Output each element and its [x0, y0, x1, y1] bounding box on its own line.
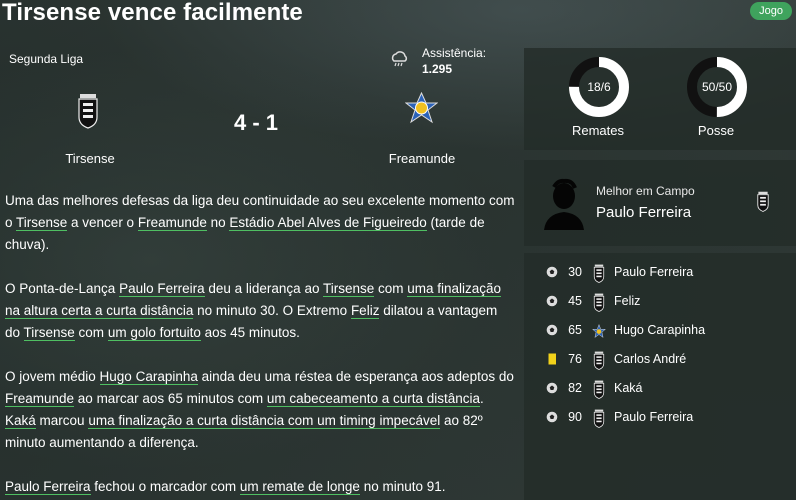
tirsense-crest-icon	[593, 264, 605, 283]
football-icon	[546, 382, 558, 394]
report-paragraph: Paulo Ferreira fechou o marcador com um …	[5, 476, 515, 498]
report-link[interactable]: Freamunde	[137, 215, 207, 231]
report-text: ainda deu uma réstea de esperança aos ad…	[197, 369, 514, 384]
report-text: deu a liderança ao	[204, 281, 323, 296]
tirsense-crest-icon	[593, 380, 605, 399]
freamunde-crest-icon	[592, 323, 606, 338]
report-text: fechou o marcador com	[90, 479, 240, 494]
shots-value: 18/6	[587, 80, 611, 94]
motm-player-name[interactable]: Paulo Ferreira	[596, 204, 691, 221]
report-text: marcou	[35, 413, 89, 428]
football-icon	[546, 295, 558, 307]
report-paragraph: Uma das melhores defesas da liga deu con…	[5, 190, 515, 256]
tirsense-crest-icon	[593, 293, 605, 312]
event-minute: 65	[568, 323, 582, 337]
event-row[interactable]: 65 Hugo Carapinha	[524, 317, 796, 346]
report-link[interactable]: Tirsense	[322, 281, 375, 297]
report-link[interactable]: Freamunde	[5, 391, 75, 407]
away-team-name[interactable]: Freamunde	[372, 151, 472, 166]
report-link[interactable]: Tirsense	[23, 325, 75, 341]
possession-label: Posse	[697, 123, 735, 138]
report-link[interactable]: Tirsense	[16, 215, 68, 231]
stats-panel: 18/6 Remates 50/50 Posse	[524, 48, 796, 150]
report-link[interactable]: um remate de longe	[239, 479, 360, 495]
report-link[interactable]: Paulo Ferreira	[119, 281, 205, 297]
home-team-name[interactable]: Tirsense	[40, 151, 140, 166]
event-row[interactable]: 30 Paulo Ferreira	[524, 259, 796, 288]
match-events-panel: 30 Paulo Ferreira 45 Feliz 65 Hugo Carapinha 7…	[524, 253, 796, 500]
report-text: no minuto 91.	[359, 479, 446, 494]
shots-label: Remates	[571, 123, 625, 138]
report-link[interactable]: uma finalização a curta distância com um…	[88, 413, 441, 429]
event-minute: 82	[568, 381, 582, 395]
league-name[interactable]: Segunda Liga	[9, 52, 83, 66]
tirsense-crest-icon	[593, 351, 605, 370]
report-text: .	[480, 391, 484, 406]
event-minute: 76	[568, 352, 582, 366]
event-row[interactable]: 90 Paulo Ferreira	[524, 404, 796, 433]
report-text: ao marcar aos 65 minutos com	[74, 391, 267, 406]
football-icon	[546, 411, 558, 423]
football-icon	[546, 324, 558, 336]
event-minute: 30	[568, 265, 582, 279]
report-paragraph: O Ponta-de-Lança Paulo Ferreira deu a li…	[5, 278, 515, 344]
event-player-name[interactable]: Carlos André	[614, 352, 686, 366]
football-icon	[546, 266, 558, 278]
event-player-name[interactable]: Hugo Carapinha	[614, 323, 705, 337]
event-player-name[interactable]: Kaká	[614, 381, 643, 395]
report-text: com	[374, 281, 408, 296]
attendance-value: 1.295	[422, 62, 453, 76]
report-link[interactable]: Feliz	[350, 303, 380, 319]
report-link[interactable]: Estádio Abel Alves de Figueiredo	[229, 215, 427, 231]
report-text: com	[74, 325, 108, 340]
report-text: no minuto 30. O Extremo	[193, 303, 351, 318]
cloud-rain-icon	[391, 51, 408, 67]
report-text: O jovem médio	[5, 369, 100, 384]
report-text: a vencer o	[67, 215, 138, 230]
match-button[interactable]: Jogo	[750, 2, 792, 20]
report-text: O Ponta-de-Lança	[5, 281, 120, 296]
tirsense-crest-icon	[593, 409, 605, 428]
report-text: no	[206, 215, 230, 230]
tirsense-crest-icon	[757, 191, 769, 212]
event-player-name[interactable]: Paulo Ferreira	[614, 265, 693, 279]
report-link[interactable]: um cabeceamento a curta distância	[266, 391, 481, 407]
possession-value: 50/50	[701, 80, 733, 94]
report-text: aos 45 minutos.	[200, 325, 300, 340]
attendance-label: Assistência:	[422, 46, 487, 60]
event-row[interactable]: 45 Feliz	[524, 288, 796, 317]
report-link[interactable]: um golo fortuito	[107, 325, 201, 341]
report-link[interactable]: Paulo Ferreira	[5, 479, 91, 495]
motm-label: Melhor em Campo	[596, 184, 695, 198]
yellow-card-icon	[548, 353, 556, 365]
event-minute: 90	[568, 410, 582, 424]
page-title: Tirsense vence facilmente	[2, 0, 303, 26]
event-row[interactable]: 82 Kaká	[524, 375, 796, 404]
tirsense-crest-icon[interactable]	[76, 91, 100, 129]
report-paragraph: O jovem médio Hugo Carapinha ainda deu u…	[5, 366, 515, 454]
player-silhouette-icon	[544, 178, 584, 230]
event-minute: 45	[568, 294, 582, 308]
event-row[interactable]: 76 Carlos André	[524, 346, 796, 375]
report-link[interactable]: Kaká	[5, 413, 36, 429]
freamunde-crest-icon[interactable]	[405, 92, 438, 125]
score: 4 - 1	[233, 110, 279, 135]
match-report: Uma das melhores defesas da liga deu con…	[5, 190, 515, 500]
event-player-name[interactable]: Paulo Ferreira	[614, 410, 693, 424]
man-of-the-match-panel[interactable]: Melhor em Campo Paulo Ferreira	[524, 160, 796, 246]
event-player-name[interactable]: Feliz	[614, 294, 640, 308]
report-link[interactable]: Hugo Carapinha	[99, 369, 198, 385]
